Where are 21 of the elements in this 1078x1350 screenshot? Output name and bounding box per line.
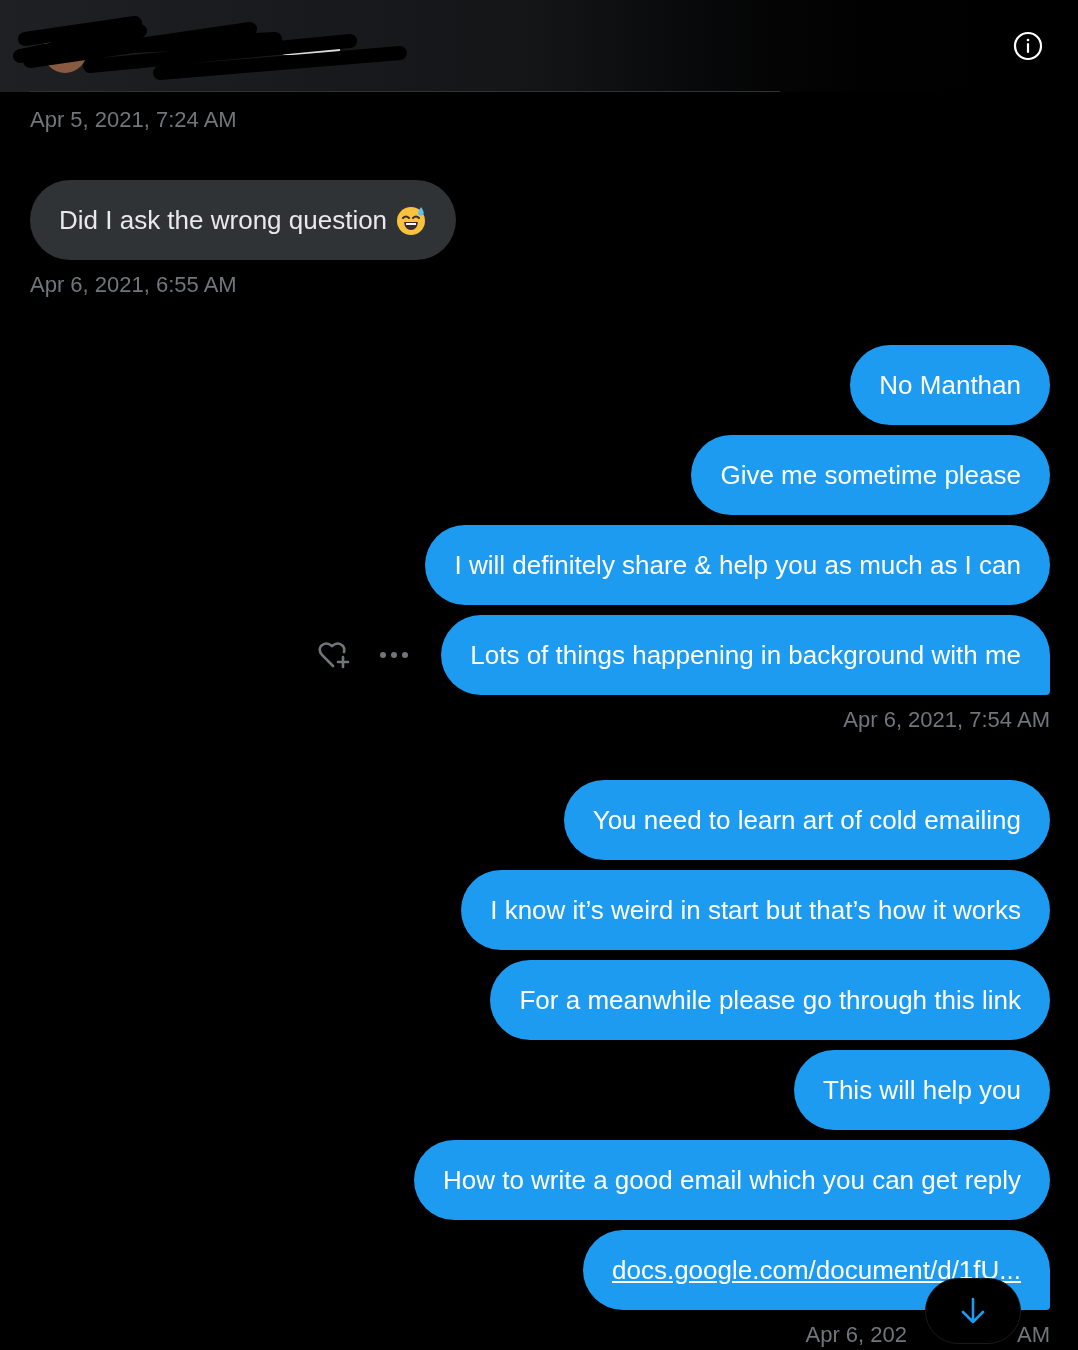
message-bubble: How to write a good email which you can get reply [413, 1140, 1050, 1220]
info-icon[interactable] [1013, 31, 1043, 61]
arrow-down-icon [960, 1297, 986, 1325]
sweat-smile-emoji-icon [395, 204, 428, 236]
more-icon[interactable] [379, 651, 410, 659]
message-link[interactable]: docs.google.com/document/d/1fU... [612, 1255, 1021, 1285]
message-timestamp: AM [1017, 1320, 1050, 1349]
heart-plus-icon[interactable] [317, 641, 352, 669]
message-bubble: I know it’s weird in start but that’s how it works [461, 870, 1050, 950]
message-bubble: Lots of things happening in background with me [441, 615, 1050, 695]
message-bubble: Give me sometime please [691, 435, 1050, 515]
message-bubble: Did I ask the wrong question [30, 180, 457, 260]
message-bubble: I will definitely share & help you as much as I can [425, 525, 1050, 605]
message-bubble: This will help you [794, 1050, 1050, 1130]
message-timestamp: Apr 6, 2021, 6:55 AM [30, 270, 237, 299]
message-timestamp: Apr 6, 202 [805, 1320, 907, 1349]
message-timestamp: Apr 5, 2021, 7:24 AM [30, 105, 237, 134]
message-bubble: You need to learn art of cold emailing [563, 780, 1050, 860]
message-timestamp: Apr 6, 2021, 7:54 AM [843, 705, 1050, 734]
message-bubble: For a meanwhile please go through this link [490, 960, 1050, 1040]
message-bubble: No Manthan [850, 345, 1050, 425]
